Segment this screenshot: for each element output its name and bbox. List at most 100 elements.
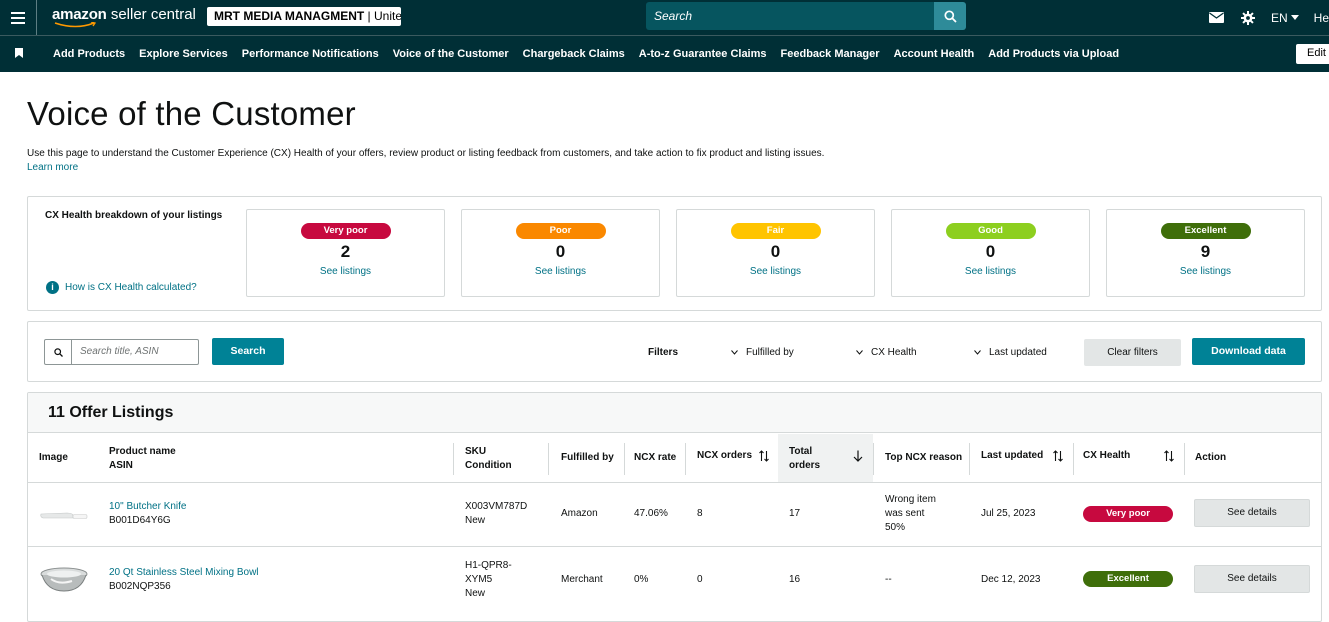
column-divider	[1073, 443, 1074, 475]
top-ncx-reason: --	[885, 574, 892, 585]
help-link[interactable]: Hel	[1314, 11, 1329, 25]
poor-badge: Poor	[515, 223, 606, 239]
cx-health-badge: Excellent	[1083, 571, 1173, 587]
sort-descending-icon[interactable]	[853, 450, 863, 462]
settings-button[interactable]	[1240, 10, 1256, 25]
nav-item-chargeback-claims[interactable]: Chargeback Claims	[523, 48, 625, 60]
search-icon	[943, 9, 957, 23]
listing-search-input[interactable]: Search title, ASIN	[72, 340, 159, 364]
sort-icon[interactable]	[1053, 450, 1063, 462]
sku-line-1: H1-QPR8-	[465, 560, 512, 571]
very-poor-count: 2	[340, 242, 351, 261]
column-divider	[453, 443, 454, 475]
fair-see-listings[interactable]: See listings	[677, 266, 874, 277]
fulfilled-by-label: Fulfilled by	[746, 347, 794, 358]
messages-button[interactable]	[1208, 12, 1225, 23]
account-switcher[interactable]: MRT MEDIA MANAGMENT | Unite...	[207, 7, 401, 26]
nav-item-a-to-z-claims[interactable]: A-to-z Guarantee Claims	[639, 48, 767, 60]
cx-health-badge: Very poor	[1083, 506, 1173, 522]
ncx-rate-value: 47.06%	[634, 508, 668, 519]
product-condition: New	[465, 588, 486, 599]
column-divider	[685, 443, 686, 475]
very-poor-badge: Very poor	[300, 223, 391, 239]
product-image-knife[interactable]	[39, 510, 89, 522]
col-total-label: Total	[789, 446, 813, 457]
reason-percent: 50%	[885, 522, 906, 533]
see-details-button[interactable]: See details	[1194, 499, 1310, 527]
nav-item-performance-notifications[interactable]: Performance Notifications	[242, 48, 379, 60]
chevron-down-icon	[856, 350, 863, 355]
product-name-link[interactable]: 20 Qt Stainless Steel Mixing Bowl	[109, 566, 259, 580]
nav-item-account-health[interactable]: Account Health	[894, 48, 975, 60]
nav-item-feedback-manager[interactable]: Feedback Manager	[781, 48, 880, 60]
account-marketplace: | Unite...	[367, 9, 401, 23]
very-poor-see-listings[interactable]: See listings	[247, 266, 444, 277]
learn-more-link[interactable]: Learn more	[27, 162, 78, 173]
product-name-link[interactable]: 10" Butcher Knife	[109, 500, 187, 514]
how-calculated-text: How is CX Health calculated?	[65, 282, 197, 293]
card-good: Good 0 See listings	[891, 209, 1090, 297]
poor-see-listings[interactable]: See listings	[462, 266, 659, 277]
global-search-input[interactable]: Search	[646, 2, 934, 30]
card-excellent: Excellent 9 See listings	[1106, 209, 1305, 297]
col-ncx-orders[interactable]: NCX orders	[697, 449, 752, 463]
mail-icon	[1209, 12, 1224, 23]
col-last-updated[interactable]: Last updated	[981, 449, 1043, 463]
amazon-seller-central-logo[interactable]: amazon seller central	[52, 6, 196, 28]
col-sku-label: SKU	[465, 446, 487, 457]
excellent-count: 9	[1200, 242, 1211, 261]
nav-item-explore-services[interactable]: Explore Services	[139, 48, 228, 60]
search-button[interactable]: Search	[212, 338, 284, 365]
menu-button[interactable]	[0, 0, 37, 35]
nav-item-add-products-upload[interactable]: Add Products via Upload	[988, 48, 1119, 60]
col-action: Action	[1195, 452, 1227, 463]
listings-heading: 11 Offer Listings	[28, 393, 1321, 433]
nav-item-add-products[interactable]: Add Products	[53, 48, 125, 60]
col-top-ncx-reason[interactable]: Top NCX reason	[885, 451, 962, 465]
sort-icon[interactable]	[759, 450, 769, 462]
col-total-orders[interactable]: Total orders	[789, 445, 820, 473]
filters-label: Filters	[648, 347, 679, 358]
help-label: Hel	[1313, 10, 1329, 25]
clear-filters-button[interactable]: Clear filters	[1084, 339, 1181, 366]
language-label: EN	[1271, 10, 1288, 25]
language-selector[interactable]: EN	[1271, 11, 1299, 25]
how-calculated-link[interactable]: i How is CX Health calculated?	[46, 281, 197, 294]
cx-health-label: CX Health	[871, 347, 917, 358]
good-see-listings[interactable]: See listings	[892, 266, 1089, 277]
global-search-button[interactable]	[934, 2, 966, 30]
fair-count: 0	[770, 242, 781, 261]
column-divider	[548, 443, 549, 475]
edit-nav-button[interactable]: Edit	[1296, 44, 1329, 64]
bookmark-nav-bar: Add Products Explore Services Performanc…	[0, 35, 1329, 72]
fulfilled-by-dropdown[interactable]: Fulfilled by	[731, 347, 794, 358]
product-asin: B001D64Y6G	[109, 515, 171, 526]
col-ncx-rate[interactable]: NCX rate	[634, 451, 676, 465]
good-badge: Good	[945, 223, 1036, 239]
col-product-name[interactable]: Product name ASIN	[109, 445, 176, 473]
see-details-button[interactable]: See details	[1194, 565, 1310, 593]
cx-health-breakdown: CX Health breakdown of your listings i H…	[27, 196, 1322, 311]
excellent-see-listings[interactable]: See listings	[1107, 266, 1304, 277]
hamburger-icon	[11, 11, 25, 24]
listing-search-field[interactable]: Search title, ASIN	[44, 339, 199, 365]
sort-icon[interactable]	[1164, 450, 1174, 462]
column-divider	[1184, 443, 1185, 475]
column-divider	[873, 443, 874, 475]
download-data-button[interactable]: Download data	[1192, 338, 1305, 365]
nav-item-voice-of-the-customer[interactable]: Voice of the Customer	[393, 48, 509, 60]
bookmark-icon[interactable]	[15, 48, 23, 58]
col-fulfilled-by[interactable]: Fulfilled by	[561, 451, 614, 465]
cx-health-dropdown[interactable]: CX Health	[856, 347, 917, 358]
page-description: Use this page to understand the Customer…	[27, 148, 825, 159]
col-condition-label: Condition	[465, 460, 512, 471]
col-cx-health[interactable]: CX Health	[1083, 449, 1130, 463]
excellent-badge: Excellent	[1160, 223, 1251, 239]
last-updated-value: Jul 25, 2023	[981, 508, 1036, 519]
product-image-mixing-bowl[interactable]	[39, 565, 89, 593]
col-image: Image	[39, 452, 68, 463]
last-updated-dropdown[interactable]: Last updated	[974, 347, 1047, 358]
top-ncx-reason: Wrong item was sent 50%	[885, 493, 936, 535]
col-sku[interactable]: SKU Condition	[465, 445, 512, 473]
global-search: Search	[646, 2, 966, 30]
